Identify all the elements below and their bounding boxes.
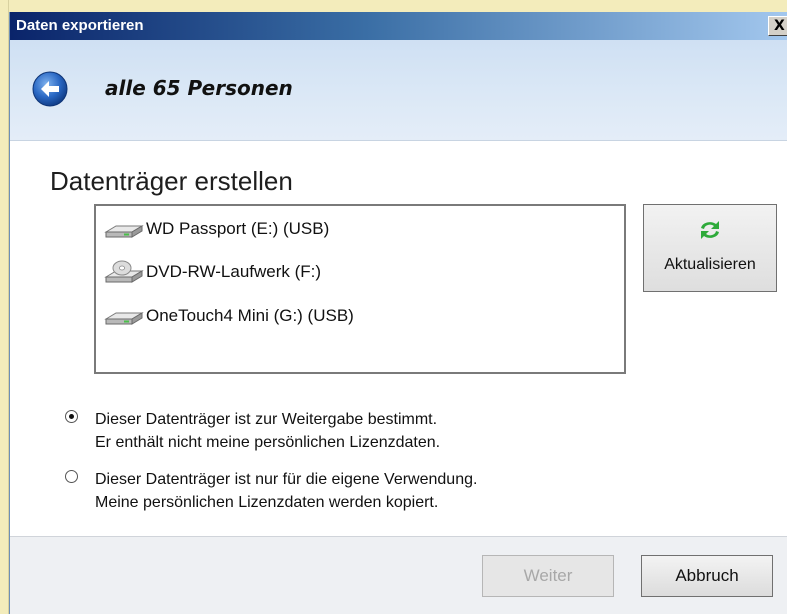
option-personal-line2: Meine persönlichen Lizenzdaten werden ko…: [95, 494, 439, 511]
option-personal-line1: Dieser Datenträger ist nur für die eigen…: [95, 471, 478, 488]
usb-drive-icon: [104, 225, 144, 238]
navigation-header: alle 65 Personen: [10, 40, 787, 141]
arrow-left-icon: [32, 71, 68, 107]
page-title: alle 65 Personen: [105, 76, 293, 100]
refresh-label: Aktualisieren: [664, 256, 756, 273]
list-item[interactable]: OneTouch4 Mini (G:) (USB): [104, 303, 354, 329]
drive-label: DVD-RW-Laufwerk (F:): [146, 262, 322, 281]
list-item[interactable]: DVD-RW-Laufwerk (F:): [104, 259, 321, 285]
radio-personal[interactable]: [65, 470, 78, 483]
export-dialog: Daten exportieren X alle 65 Personen Dat…: [9, 12, 787, 614]
close-button[interactable]: X: [768, 16, 787, 36]
refresh-icon: [701, 221, 719, 239]
drive-label: WD Passport (E:) (USB): [146, 219, 330, 238]
desktop-frame-left: [0, 0, 9, 614]
content-area: Datenträger erstellen WD Passport (E:) (…: [10, 141, 787, 536]
refresh-button[interactable]: Aktualisieren: [643, 204, 777, 292]
next-button[interactable]: Weiter: [482, 555, 614, 597]
drive-label: OneTouch4 Mini (G:) (USB): [146, 306, 354, 325]
radio-share[interactable]: [65, 410, 78, 423]
option-share-line2: Er enthält nicht meine persönlichen Lize…: [95, 434, 441, 451]
section-heading: Datenträger erstellen: [50, 166, 293, 196]
list-item[interactable]: WD Passport (E:) (USB): [104, 216, 329, 242]
cancel-button[interactable]: Abbruch: [641, 555, 773, 597]
title-bar[interactable]: Daten exportieren X: [10, 12, 787, 40]
button-bar: Weiter Abbruch: [10, 536, 787, 614]
usb-drive-icon: [104, 312, 144, 325]
dvd-drive-icon: [104, 260, 144, 283]
close-icon: X: [774, 18, 785, 34]
desktop-frame-top: [0, 0, 787, 12]
option-share-line1: Dieser Datenträger ist zur Weitergabe be…: [95, 411, 438, 428]
drive-list[interactable]: WD Passport (E:) (USB) DVD-RW-Laufwerk (…: [94, 204, 626, 374]
back-button[interactable]: [32, 71, 68, 107]
window-title: Daten exportieren: [16, 17, 144, 34]
